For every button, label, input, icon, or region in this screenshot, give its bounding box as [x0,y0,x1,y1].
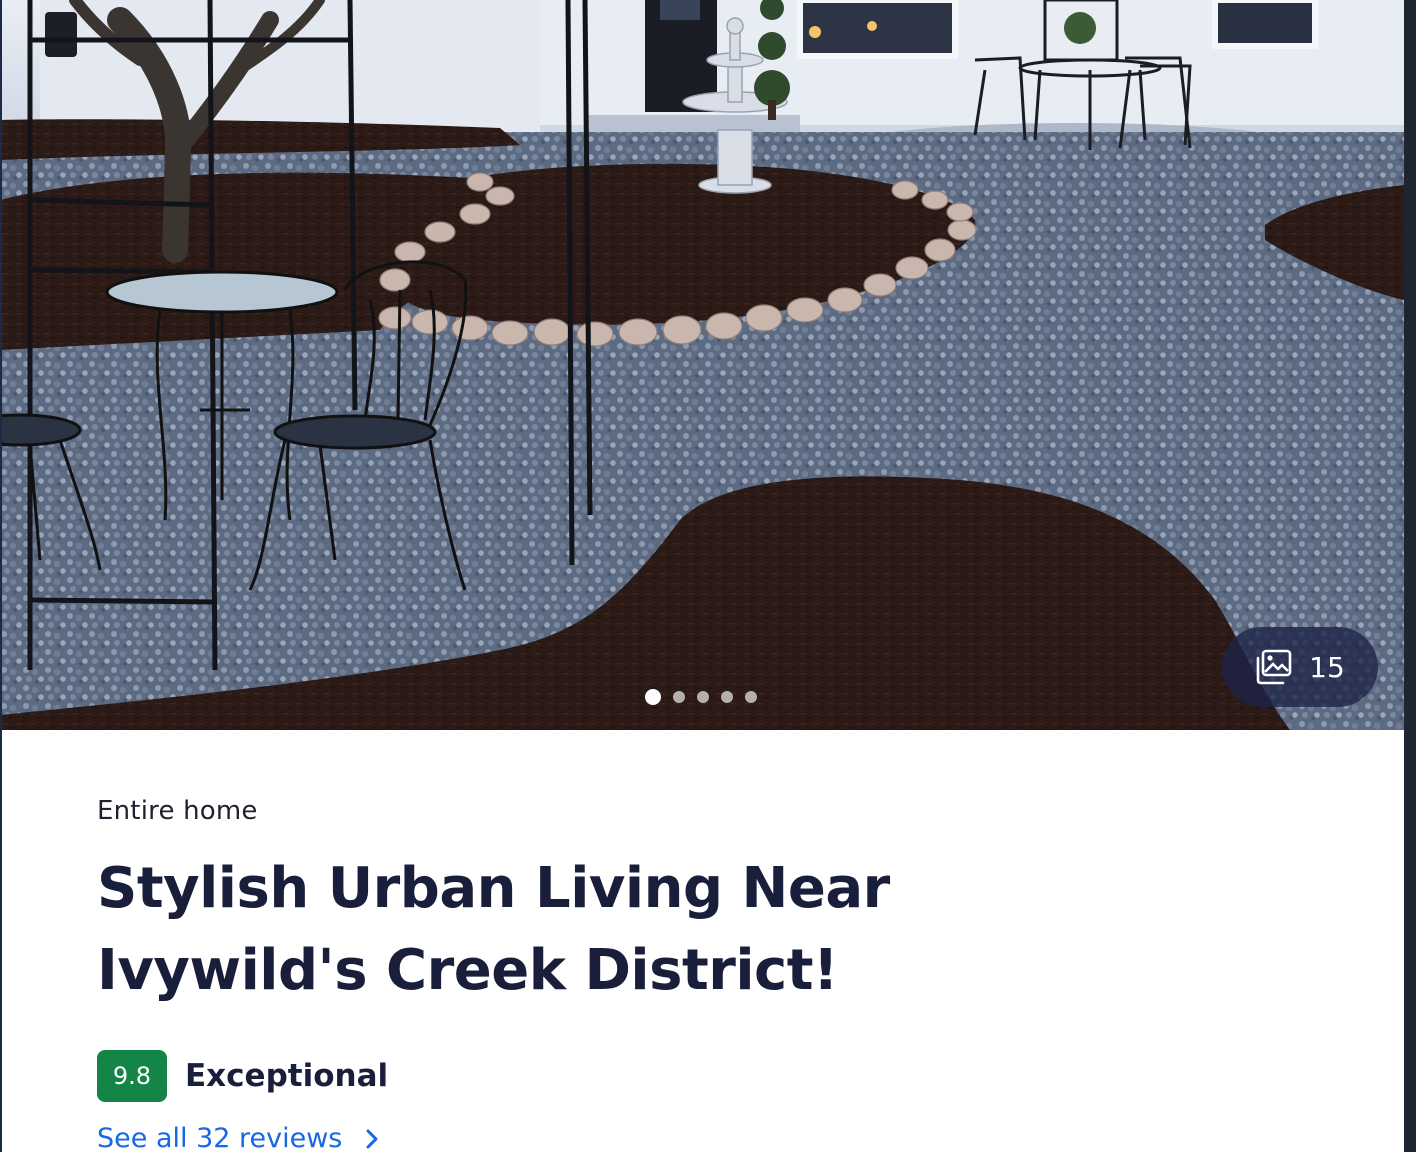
property-photo[interactable] [0,0,1404,730]
gallery-icon [1256,649,1292,685]
left-edge-divider [0,0,2,1152]
guest-rating: 9.8 Exceptional [97,1050,388,1102]
chevron-right-icon [366,1129,378,1148]
see-all-reviews-link[interactable]: See all 32 reviews [97,1123,382,1152]
carousel-dot[interactable] [745,691,757,703]
view-all-photos-button[interactable]: 15 [1222,627,1378,707]
carousel-indicator[interactable] [645,689,757,705]
carousel-dot[interactable] [697,691,709,703]
carousel-dot[interactable] [721,691,733,703]
reviews-link-text: See all 32 reviews [97,1123,343,1152]
photo-count: 15 [1309,650,1345,684]
property-type: Entire home [97,796,258,826]
rating-score-badge: 9.8 [97,1050,167,1102]
listing-page: 15 Entire home Stylish Urban Living Near… [0,0,1416,1152]
property-photo-carousel[interactable]: 15 [0,0,1404,730]
rating-label: Exceptional [185,1058,389,1094]
carousel-dot[interactable] [673,691,685,703]
listing-title: Stylish Urban Living Near Ivywild's Cree… [97,856,890,1003]
page-edge [1404,0,1416,1152]
carousel-dot[interactable] [645,689,661,705]
